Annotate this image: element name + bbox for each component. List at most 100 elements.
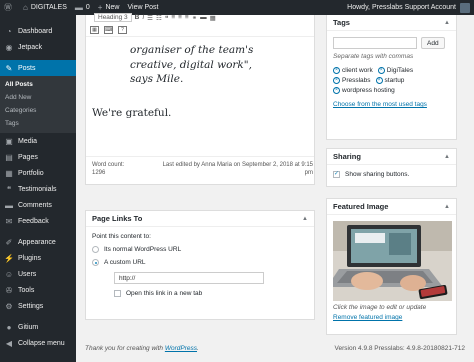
sidebar-item-jetpack[interactable]: ◉ Jetpack [0, 39, 76, 55]
option-normal-url[interactable]: Its normal WordPress URL [92, 246, 308, 253]
plug-icon: ⚡ [4, 253, 14, 263]
show-sharing-label: Show sharing buttons. [345, 171, 410, 178]
sidebar-item-settings[interactable]: ⚙ Settings [0, 298, 76, 314]
collapse-triangle-icon[interactable]: ▲ [444, 20, 450, 26]
align-left-button[interactable]: ≡ [171, 14, 175, 21]
choose-tags-link[interactable]: Choose from the most used tags [333, 101, 427, 108]
add-tag-button[interactable]: Add [421, 37, 445, 49]
sidebar-item-portfolio[interactable]: ▦ Portfolio [0, 165, 76, 181]
tag-item: × Presslabs [333, 77, 371, 84]
sidebar-item-testimonials[interactable]: ❝ Testimonials [0, 181, 76, 197]
italic-button[interactable]: I [142, 14, 144, 21]
collapse-triangle-icon[interactable]: ▲ [302, 216, 308, 222]
toolbar-toggle-button[interactable]: ▦ [210, 14, 216, 22]
format-select[interactable]: Heading 3 [94, 13, 132, 22]
help-icon[interactable]: ? [118, 26, 127, 34]
sidebar-item-posts[interactable]: ✎ Posts [0, 60, 76, 76]
remove-featured-image-link[interactable]: Remove featured image [333, 314, 402, 321]
sidebar-item-media[interactable]: ▣ Media [0, 133, 76, 149]
option-custom-url[interactable]: A custom URL [92, 259, 308, 266]
custom-url-input[interactable]: http:// [114, 272, 264, 284]
feedback-icon: ✉ [5, 216, 13, 226]
bold-button[interactable]: B [135, 14, 140, 21]
new-tab-checkbox[interactable] [114, 290, 121, 297]
comments-count: 0 [85, 4, 90, 11]
sidebar-item-users[interactable]: ☺ Users [0, 266, 76, 282]
wp-logo-menu[interactable]: Ⓦ [0, 0, 19, 15]
featured-image-header[interactable]: Featured Image ▲ [327, 199, 456, 215]
featured-image-hint: Click the image to edit or update [333, 304, 427, 311]
remove-tag-icon[interactable]: × [333, 77, 340, 84]
new-tab-option[interactable]: Open this link in a new tab [114, 290, 308, 297]
collapse-icon: ◀ [5, 338, 13, 348]
sidebar-item-comments[interactable]: ▬ Comments [0, 197, 76, 213]
featured-image-title: Featured Image [333, 202, 389, 211]
footer-thanks: Thank you for creating with WordPress. [85, 345, 199, 352]
sidebar-item-pages[interactable]: ▤ Pages [0, 149, 76, 165]
tag-item: × wordpress hosting [333, 87, 395, 94]
collapse-triangle-icon[interactable]: ▲ [444, 154, 450, 160]
sidebar-item-label: Dashboard [18, 27, 53, 35]
remove-tag-icon[interactable]: × [333, 67, 340, 74]
editor-content[interactable]: organiser of the team's creative, digita… [86, 37, 314, 167]
sidebar-item-label: Portfolio [18, 169, 44, 177]
remove-tag-icon[interactable]: × [377, 67, 385, 74]
sidebar-item-label: Settings [18, 302, 44, 310]
tags-box: Tags ▲ Add Separate tags with commas × cl… [326, 15, 457, 140]
settings-icon: ⚙ [5, 301, 13, 311]
tag-label: Presslabs [342, 77, 371, 84]
collapse-triangle-icon[interactable]: ▲ [444, 204, 450, 210]
submenu-all-posts[interactable]: All Posts [0, 78, 76, 91]
sidebar-item-plugins[interactable]: ⚡ Plugins [0, 250, 76, 266]
sidebar-item-gitium[interactable]: ● Gitium [0, 319, 76, 335]
featured-image-thumbnail[interactable] [333, 221, 452, 301]
view-post-label: View Post [127, 4, 159, 11]
plus-icon: + [97, 3, 103, 12]
radio-normal-url[interactable] [92, 246, 99, 253]
sidebar-item-dashboard[interactable]: ◔ Dashboard [0, 23, 76, 39]
jetpack-icon: ◉ [5, 42, 13, 52]
admin-bar: Ⓦ ⌂ DIGITALES ▬ 0 + New View Post Howdy, Pr… [0, 0, 474, 15]
remove-tag-icon[interactable]: × [333, 87, 340, 94]
page-links-header[interactable]: Page Links To ▲ [86, 211, 314, 227]
point-content-label: Point this content to: [92, 233, 151, 240]
word-count-value: 1296 [92, 170, 106, 176]
sidebar-item-label: Users [18, 270, 37, 278]
submenu-add-new[interactable]: Add New [0, 91, 76, 104]
keyboard-icon[interactable]: ⌨ [104, 26, 113, 34]
comments-menu[interactable]: ▬ 0 [71, 0, 94, 15]
sidebar-item-appearance[interactable]: ✐ Appearance [0, 234, 76, 250]
tag-label: wordpress hosting [342, 87, 395, 94]
submenu-tags[interactable]: Tags [0, 117, 76, 130]
wordpress-link[interactable]: WordPress [165, 345, 197, 352]
align-center-button[interactable]: ≡ [178, 14, 182, 21]
sidebar-item-label: Testimonials [18, 185, 57, 193]
sidebar-item-tools[interactable]: ✇ Tools [0, 282, 76, 298]
new-tag-input[interactable] [333, 37, 417, 49]
numbered-list-button[interactable]: ☷ [156, 14, 162, 22]
laptop-hands-photo [333, 221, 452, 301]
link-button[interactable]: ⚭ [192, 14, 197, 22]
radio-custom-url[interactable] [92, 259, 99, 266]
sharing-box: Sharing ▲ ✓ Show sharing buttons. [326, 148, 457, 187]
align-right-button[interactable]: ≡ [185, 14, 189, 21]
bullet-list-button[interactable]: ☰ [147, 14, 153, 22]
submenu-categories[interactable]: Categories [0, 104, 76, 117]
show-sharing-checkbox[interactable]: ✓ [333, 171, 340, 178]
tags-header[interactable]: Tags ▲ [327, 15, 456, 31]
pages-icon: ▤ [5, 152, 13, 162]
footer-thanks-suffix: . [197, 345, 199, 352]
remove-tag-icon[interactable]: × [375, 77, 383, 84]
site-name-menu[interactable]: ⌂ DIGITALES [19, 0, 71, 15]
blockquote-button[interactable]: ❝ [165, 14, 169, 22]
quote-line: says Mile. [130, 73, 184, 85]
my-account-menu[interactable]: Howdy, Presslabs Support Account [347, 2, 474, 13]
page-links-box: Page Links To ▲ Point this content to: I… [85, 210, 315, 320]
insert-table-icon[interactable]: ▦ [90, 26, 99, 34]
more-tag-button[interactable]: ▬ [200, 14, 207, 21]
collapse-menu-button[interactable]: ◀ Collapse menu [0, 335, 76, 351]
show-sharing-option[interactable]: ✓ Show sharing buttons. [327, 165, 456, 184]
sidebar-item-feedback[interactable]: ✉ Feedback [0, 213, 76, 229]
sharing-header[interactable]: Sharing ▲ [327, 149, 456, 165]
tag-label: client work [342, 67, 373, 74]
